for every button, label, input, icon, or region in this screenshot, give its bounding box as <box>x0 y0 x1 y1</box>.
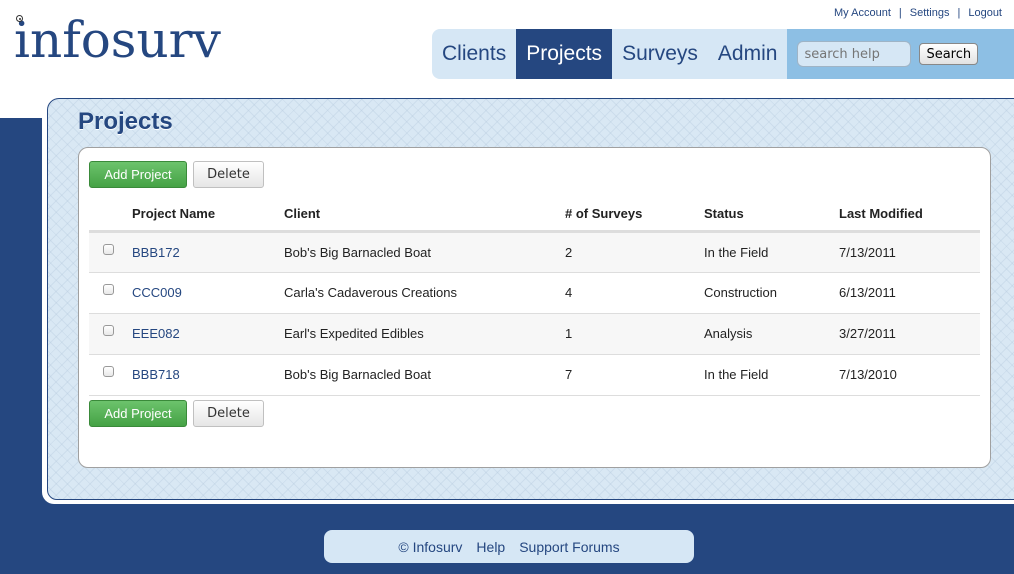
client-cell: Bob's Big Barnacled Boat <box>284 354 565 396</box>
surveys-cell: 7 <box>565 354 704 396</box>
top-actions: Add Project Delete <box>89 161 264 188</box>
page-title: Projects <box>78 108 173 135</box>
tab-admin[interactable]: Admin <box>708 29 788 79</box>
delete-button[interactable]: Delete <box>193 161 264 188</box>
status-cell: Construction <box>704 272 839 314</box>
surveys-cell: 4 <box>565 272 704 314</box>
delete-button[interactable]: Delete <box>193 400 264 427</box>
separator: | <box>898 7 902 19</box>
table-row: CCC009 Carla's Cadaverous Creations 4 Co… <box>89 272 980 314</box>
project-link[interactable]: EEE082 <box>132 326 180 341</box>
project-link[interactable]: CCC009 <box>132 285 182 300</box>
tab-clients[interactable]: Clients <box>432 29 516 79</box>
logo-mark-icon <box>16 15 23 22</box>
row-checkbox[interactable] <box>103 366 114 378</box>
search-input[interactable] <box>797 41 912 67</box>
table-header: Project Name Client # of Surveys Status … <box>89 198 980 233</box>
modified-cell: 7/13/2011 <box>839 231 980 273</box>
row-checkbox[interactable] <box>103 243 114 255</box>
modified-cell: 3/27/2011 <box>839 313 980 355</box>
col-status[interactable]: Status <box>704 198 839 233</box>
utility-links: My Account | Settings | Logout <box>834 7 1002 19</box>
col-last-modified[interactable]: Last Modified <box>839 198 980 233</box>
copyright: © Infosurv <box>398 538 463 555</box>
modified-cell: 6/13/2011 <box>839 272 980 314</box>
page: infosurv My Account | Settings | Logout … <box>0 0 1014 574</box>
projects-table: Project Name Client # of Surveys Status … <box>89 198 980 396</box>
row-checkbox[interactable] <box>103 325 114 337</box>
tab-surveys[interactable]: Surveys <box>612 29 708 79</box>
client-cell: Carla's Cadaverous Creations <box>284 272 565 314</box>
tab-projects[interactable]: Projects <box>516 29 613 79</box>
table-row: BBB172 Bob's Big Barnacled Boat 2 In the… <box>89 231 980 273</box>
footer: © Infosurv Help Support Forums <box>324 530 694 563</box>
search-area: Search <box>787 29 1014 79</box>
my-account-link[interactable]: My Account <box>834 7 891 19</box>
add-project-button[interactable]: Add Project <box>89 400 187 427</box>
main-nav: Clients Projects Surveys Admin Search <box>432 29 1014 79</box>
status-cell: In the Field <box>704 231 839 273</box>
search-button[interactable]: Search <box>919 43 979 65</box>
logo[interactable]: infosurv <box>14 10 221 70</box>
bottom-actions: Add Project Delete <box>89 400 264 427</box>
settings-link[interactable]: Settings <box>910 7 950 19</box>
modified-cell: 7/13/2010 <box>839 354 980 396</box>
add-project-button[interactable]: Add Project <box>89 161 187 188</box>
help-link[interactable]: Help <box>476 539 505 555</box>
logout-link[interactable]: Logout <box>968 7 1002 19</box>
client-cell: Bob's Big Barnacled Boat <box>284 231 565 273</box>
row-checkbox[interactable] <box>103 284 114 296</box>
project-link[interactable]: BBB718 <box>132 367 180 382</box>
col-project-name[interactable]: Project Name <box>132 198 284 233</box>
col-select <box>89 198 132 233</box>
project-link[interactable]: BBB172 <box>132 245 180 260</box>
col-surveys[interactable]: # of Surveys <box>565 198 704 233</box>
status-cell: In the Field <box>704 354 839 396</box>
status-cell: Analysis <box>704 313 839 355</box>
support-forums-link[interactable]: Support Forums <box>519 539 619 555</box>
surveys-cell: 1 <box>565 313 704 355</box>
col-client[interactable]: Client <box>284 198 565 233</box>
nav-tabs: Clients Projects Surveys Admin <box>432 29 788 79</box>
client-cell: Earl's Expedited Edibles <box>284 313 565 355</box>
surveys-cell: 2 <box>565 231 704 273</box>
table-row: BBB718 Bob's Big Barnacled Boat 7 In the… <box>89 354 980 396</box>
separator: | <box>957 7 961 19</box>
table-row: EEE082 Earl's Expedited Edibles 1 Analys… <box>89 313 980 355</box>
